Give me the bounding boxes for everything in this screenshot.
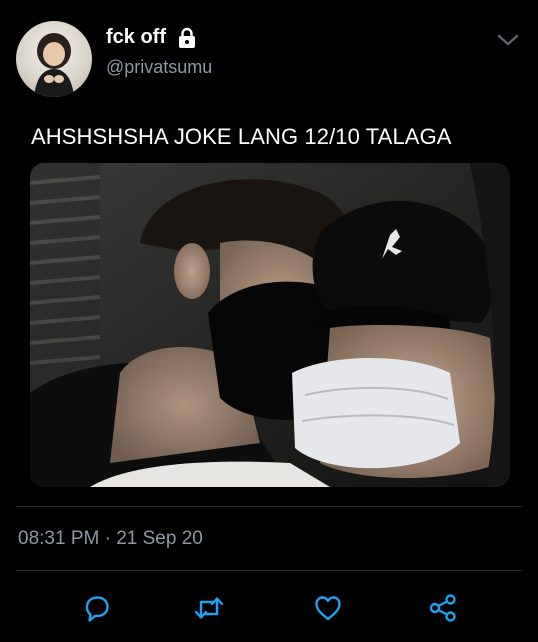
- divider: [16, 506, 522, 507]
- display-name-row[interactable]: fck off: [106, 26, 198, 49]
- tweet-photo[interactable]: [30, 163, 510, 487]
- display-name[interactable]: fck off: [106, 26, 166, 49]
- photo-image: [30, 163, 510, 487]
- avatar[interactable]: [16, 21, 92, 97]
- lock-icon: [176, 27, 198, 49]
- share-icon[interactable]: [427, 592, 459, 624]
- tweet-text: AHSHSHSHA JOKE LANG 12/10 TALAGA: [31, 124, 452, 149]
- heart-icon[interactable]: [312, 592, 344, 624]
- avatar-image: [34, 33, 74, 97]
- retweet-icon[interactable]: [193, 592, 225, 624]
- user-handle[interactable]: @privatsumu: [106, 57, 212, 78]
- chevron-down-icon[interactable]: [494, 28, 522, 52]
- divider: [16, 570, 522, 571]
- reply-icon[interactable]: [81, 592, 113, 624]
- tweet-actions: [0, 588, 538, 628]
- tweet-timestamp[interactable]: 08:31 PM · 21 Sep 20: [18, 528, 203, 550]
